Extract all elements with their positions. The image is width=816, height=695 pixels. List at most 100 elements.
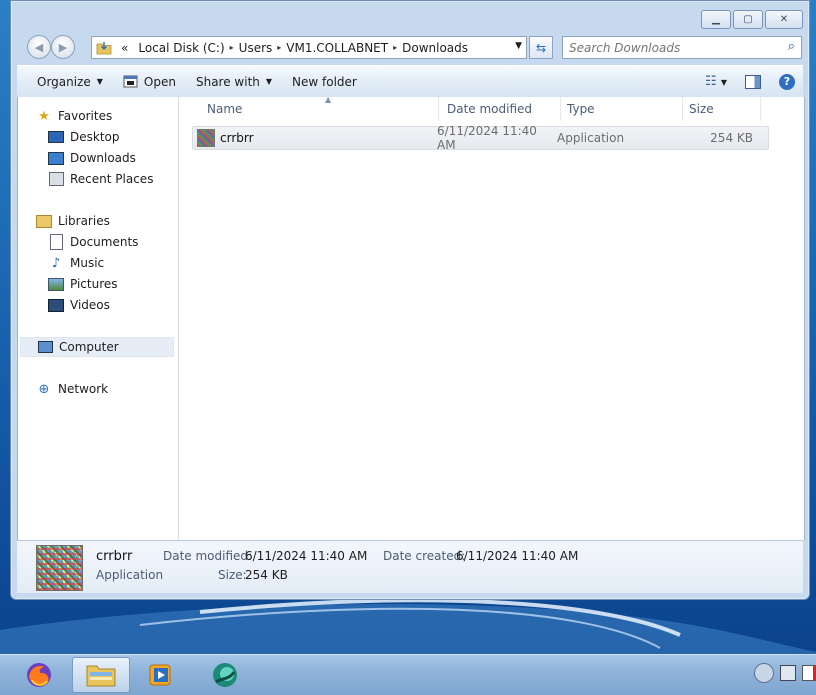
nav-item-network[interactable]: ⊕ Network [36, 379, 194, 399]
details-size-label: Size: [218, 568, 247, 582]
application-icon [197, 129, 215, 147]
chevron-down-icon[interactable]: ▼ [515, 41, 522, 51]
pictures-icon [48, 276, 64, 292]
system-tray [754, 663, 816, 683]
network-tray-icon[interactable] [780, 665, 796, 681]
details-date-created-label: Date created: [383, 549, 466, 563]
chevron-down-icon: ▼ [96, 77, 103, 86]
downloads-folder-icon [48, 150, 64, 166]
computer-icon [37, 339, 53, 355]
preview-pane-icon[interactable] [745, 74, 761, 89]
file-list: ▲ Name Date modified Type Size crrbrr 6/… [179, 95, 804, 540]
help-icon[interactable]: ? [779, 73, 795, 90]
app-glyph [213, 663, 237, 687]
address-segment-users[interactable]: Users [234, 41, 278, 55]
tray-app-icon[interactable] [754, 663, 774, 683]
file-name-cell: crrbrr [193, 129, 437, 147]
details-pane: crrbrr Application Date modified: 6/11/2… [17, 540, 803, 593]
network-icon: ⊕ [38, 381, 50, 397]
nav-label: Network [58, 382, 109, 396]
address-segment-local-disk[interactable]: Local Disk (C:) [133, 41, 229, 55]
file-type: Application [557, 131, 625, 145]
media-player-glyph [149, 664, 171, 686]
column-header-size[interactable]: Size [683, 97, 761, 121]
search-box[interactable]: ⌕ [562, 36, 802, 59]
maximize-icon[interactable]: ▢ [733, 10, 763, 29]
nav-label: Videos [70, 298, 110, 312]
nav-label: Desktop [70, 130, 120, 144]
nav-label: Libraries [58, 214, 110, 228]
nav-label: Music [70, 256, 105, 270]
details-date-modified-label: Date modified: [163, 549, 253, 563]
forward-button[interactable]: ▶ [51, 35, 75, 59]
refresh-icon[interactable]: ⇆ [529, 36, 553, 59]
firefox-icon[interactable] [10, 657, 68, 693]
volume-icon[interactable] [802, 665, 816, 681]
open-icon [123, 75, 138, 87]
new-folder-label: New folder [292, 74, 357, 89]
taskbar [0, 654, 816, 695]
column-headers: ▲ Name Date modified Type Size [179, 95, 804, 121]
videos-icon [48, 297, 64, 313]
column-header-type[interactable]: Type [561, 97, 683, 121]
folder-glyph [86, 665, 116, 687]
media-player-icon[interactable] [132, 657, 190, 693]
close-icon[interactable]: ✕ [765, 10, 803, 29]
share-with-button[interactable]: Share with ▼ [186, 66, 282, 97]
nav-label: Recent Places [70, 172, 154, 186]
nav-buttons: ◀ ▶ [19, 35, 79, 59]
content-area: ★ Favorites Desktop Downloads Recent Pla… [17, 95, 805, 540]
file-thumbnail [36, 545, 83, 591]
documents-icon [48, 234, 64, 250]
libraries-icon [36, 213, 52, 229]
desktop-icon [48, 129, 64, 145]
folder-icon [96, 41, 112, 54]
details-date-created: 6/11/2024 11:40 AM [456, 549, 579, 563]
explorer-icon[interactable] [72, 657, 130, 693]
nav-label: Computer [59, 340, 119, 354]
explorer-window: ▁ ▢ ✕ ◀ ▶ « Local Disk (C:) ▸ Users ▸ VM… [10, 0, 810, 600]
column-header-name[interactable]: Name [179, 97, 439, 121]
address-segment-user[interactable]: VM1.COLLABNET [281, 41, 393, 55]
back-button[interactable]: ◀ [27, 35, 51, 59]
open-label: Open [143, 74, 176, 89]
chevron-down-icon: ▼ [265, 77, 273, 86]
nav-label: Downloads [70, 151, 136, 165]
view-options-icon[interactable]: ☷ ▼ [705, 74, 727, 89]
nav-label: Favorites [58, 109, 113, 123]
caption-buttons: ▁ ▢ ✕ [701, 10, 803, 29]
desktop-swoosh [0, 598, 816, 660]
details-size: 254 KB [245, 568, 288, 582]
search-input[interactable] [563, 39, 771, 56]
address-overflow[interactable]: « [116, 41, 133, 55]
search-icon[interactable]: ⌕ [788, 39, 795, 54]
share-with-label: Share with [195, 74, 260, 89]
address-segment-downloads[interactable]: Downloads [397, 41, 473, 55]
details-file-name: crrbrr [96, 549, 133, 564]
new-folder-button[interactable]: New folder [282, 66, 367, 97]
organize-label: Organize [37, 74, 91, 89]
navigation-row: ◀ ▶ « Local Disk (C:) ▸ Users ▸ VM1.COLL… [19, 35, 802, 59]
address-bar[interactable]: « Local Disk (C:) ▸ Users ▸ VM1.COLLABNE… [91, 36, 527, 59]
nav-label: Documents [70, 235, 139, 249]
firefox-glyph [27, 663, 51, 687]
file-row[interactable]: crrbrr 6/11/2024 11:40 AM Application 25… [192, 124, 769, 152]
organize-button[interactable]: Organize ▼ [17, 66, 113, 97]
file-name: crrbrr [220, 131, 254, 145]
sort-caret-icon: ▲ [325, 95, 332, 104]
navigation-pane: ★ Favorites Desktop Downloads Recent Pla… [18, 97, 179, 540]
minimize-icon[interactable]: ▁ [701, 10, 731, 29]
column-header-date-modified[interactable]: Date modified [439, 97, 561, 121]
file-size: 254 KB [710, 131, 753, 145]
open-button[interactable]: Open [113, 66, 186, 97]
details-date-modified: 6/11/2024 11:40 AM [245, 549, 368, 563]
nav-label: Pictures [70, 277, 118, 291]
app-icon[interactable] [196, 657, 254, 693]
recent-places-icon [48, 171, 64, 187]
star-icon: ★ [38, 108, 50, 124]
nav-item-favorites[interactable]: ★ Favorites [36, 106, 194, 126]
music-icon: ♪ [51, 255, 61, 271]
nav-item-libraries[interactable]: Libraries [36, 211, 194, 231]
nav-item-computer[interactable]: Computer [20, 337, 174, 357]
details-file-type: Application [96, 568, 164, 582]
